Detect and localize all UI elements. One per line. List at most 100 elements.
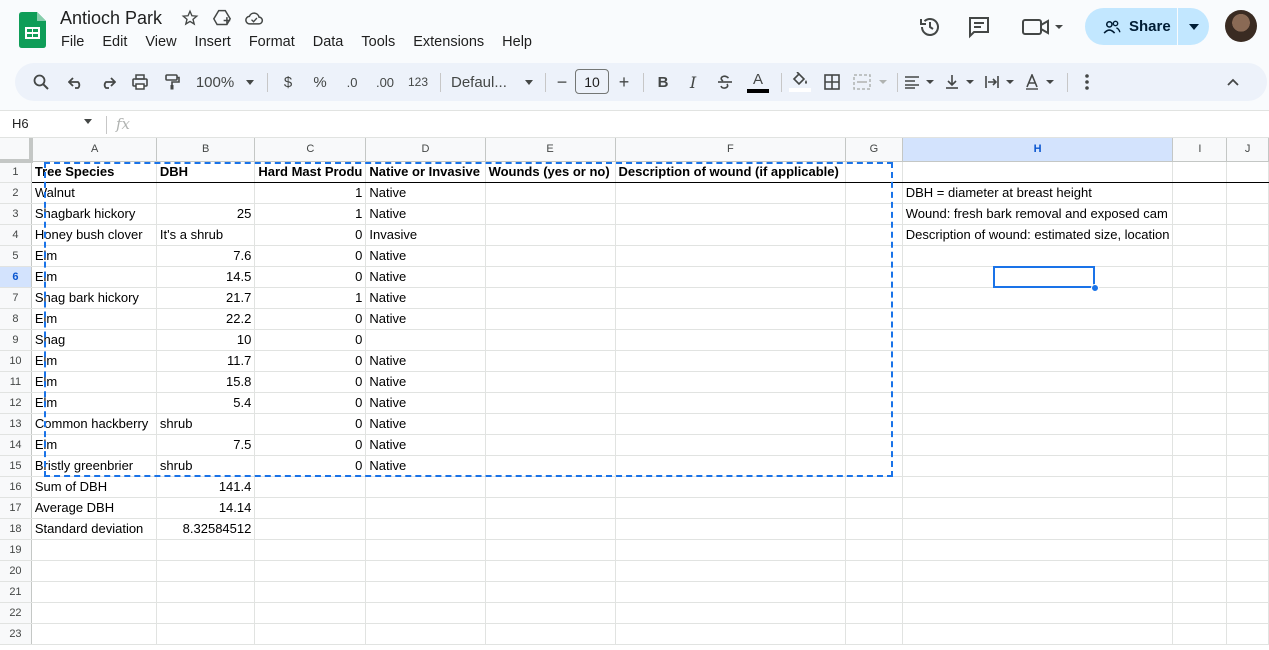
cell-h22[interactable] — [902, 602, 1174, 624]
cell-i1[interactable] — [1172, 161, 1228, 183]
cell-c8[interactable]: 0 — [254, 308, 367, 330]
cell-d23[interactable] — [365, 623, 486, 645]
cell-b15[interactable]: shrub — [156, 455, 256, 477]
cell-e13[interactable] — [485, 413, 616, 435]
sheets-logo-icon[interactable] — [19, 12, 46, 48]
cell-c9[interactable]: 0 — [254, 329, 367, 351]
cell-f5[interactable] — [615, 245, 847, 267]
column-header-i[interactable]: I — [1172, 138, 1228, 162]
column-header-e[interactable]: E — [485, 138, 616, 162]
cell-j16[interactable] — [1226, 476, 1269, 498]
cell-f15[interactable] — [615, 455, 847, 477]
cell-g14[interactable] — [845, 434, 903, 456]
cell-c21[interactable] — [254, 581, 367, 603]
cell-c12[interactable]: 0 — [254, 392, 367, 414]
cell-i18[interactable] — [1172, 518, 1228, 540]
column-header-c[interactable]: C — [254, 138, 367, 162]
cell-i5[interactable] — [1172, 245, 1228, 267]
cell-f1[interactable]: Description of wound (if applicable) — [615, 161, 847, 183]
cell-j9[interactable] — [1226, 329, 1269, 351]
cell-d11[interactable]: Native — [365, 371, 486, 393]
cell-j14[interactable] — [1226, 434, 1269, 456]
vertical-align-icon[interactable] — [943, 63, 979, 101]
cell-b20[interactable] — [156, 560, 256, 582]
cell-c2[interactable]: 1 — [254, 182, 367, 204]
cell-i7[interactable] — [1172, 287, 1228, 309]
row-header[interactable]: 11 — [0, 371, 32, 393]
cell-f12[interactable] — [615, 392, 847, 414]
cell-h18[interactable] — [902, 518, 1174, 540]
menu-extensions[interactable]: Extensions — [404, 32, 493, 52]
merge-cells-icon[interactable] — [851, 63, 889, 101]
cell-b22[interactable] — [156, 602, 256, 624]
cell-g6[interactable] — [845, 266, 903, 288]
cell-b14[interactable]: 7.5 — [156, 434, 256, 456]
menu-format[interactable]: Format — [240, 32, 304, 52]
cell-e17[interactable] — [485, 497, 616, 519]
zoom-select[interactable]: 100% — [193, 63, 257, 101]
cell-j15[interactable] — [1226, 455, 1269, 477]
cell-i22[interactable] — [1172, 602, 1228, 624]
cell-a7[interactable]: Shag bark hickory — [31, 287, 157, 309]
bold-button[interactable]: B — [651, 63, 675, 101]
cell-h17[interactable] — [902, 497, 1174, 519]
cell-i21[interactable] — [1172, 581, 1228, 603]
italic-button[interactable]: I — [681, 63, 705, 101]
cell-a12[interactable]: Elm — [31, 392, 157, 414]
cell-d7[interactable]: Native — [365, 287, 486, 309]
cell-b21[interactable] — [156, 581, 256, 603]
cell-g21[interactable] — [845, 581, 903, 603]
cell-c10[interactable]: 0 — [254, 350, 367, 372]
increase-font-size-button[interactable]: + — [615, 63, 633, 101]
cell-g16[interactable] — [845, 476, 903, 498]
menu-data[interactable]: Data — [304, 32, 353, 52]
column-header-g[interactable]: G — [845, 138, 903, 162]
cell-e7[interactable] — [485, 287, 616, 309]
row-header[interactable]: 14 — [0, 434, 32, 456]
horizontal-align-icon[interactable] — [903, 63, 939, 101]
cell-f7[interactable] — [615, 287, 847, 309]
cell-j19[interactable] — [1226, 539, 1269, 561]
cell-c23[interactable] — [254, 623, 367, 645]
row-header[interactable]: 23 — [0, 623, 32, 645]
cell-b5[interactable]: 7.6 — [156, 245, 256, 267]
chevron-down-icon[interactable] — [84, 119, 92, 124]
strikethrough-icon[interactable] — [713, 63, 737, 101]
share-button[interactable]: Share — [1085, 8, 1209, 45]
cell-g19[interactable] — [845, 539, 903, 561]
text-color-button[interactable]: A — [745, 63, 771, 101]
cell-c14[interactable]: 0 — [254, 434, 367, 456]
more-options-icon[interactable] — [1075, 63, 1099, 101]
cell-d14[interactable]: Native — [365, 434, 486, 456]
cell-a22[interactable] — [31, 602, 157, 624]
cell-i19[interactable] — [1172, 539, 1228, 561]
column-header-b[interactable]: B — [156, 138, 256, 162]
cell-j20[interactable] — [1226, 560, 1269, 582]
cell-e15[interactable] — [485, 455, 616, 477]
cell-a9[interactable]: Snag — [31, 329, 157, 351]
cell-h15[interactable] — [902, 455, 1174, 477]
cell-e19[interactable] — [485, 539, 616, 561]
cell-h19[interactable] — [902, 539, 1174, 561]
undo-icon[interactable] — [63, 63, 89, 101]
cell-j22[interactable] — [1226, 602, 1269, 624]
cell-d20[interactable] — [365, 560, 486, 582]
cell-h8[interactable] — [902, 308, 1174, 330]
cell-h13[interactable] — [902, 413, 1174, 435]
cell-c16[interactable] — [254, 476, 367, 498]
cell-b3[interactable]: 25 — [156, 203, 256, 225]
cell-j4[interactable] — [1226, 224, 1269, 246]
cell-a1[interactable]: Tree Species — [31, 161, 157, 183]
column-header-h[interactable]: H — [902, 138, 1174, 162]
cell-c17[interactable] — [254, 497, 367, 519]
cell-j11[interactable] — [1226, 371, 1269, 393]
cell-a10[interactable]: Elm — [31, 350, 157, 372]
cell-h12[interactable] — [902, 392, 1174, 414]
cell-b4[interactable]: It's a shrub — [156, 224, 256, 246]
cell-a2[interactable]: Walnut — [31, 182, 157, 204]
cell-f21[interactable] — [615, 581, 847, 603]
cell-b10[interactable]: 11.7 — [156, 350, 256, 372]
menu-file[interactable]: File — [52, 32, 93, 52]
cell-c7[interactable]: 1 — [254, 287, 367, 309]
row-header[interactable]: 15 — [0, 455, 32, 477]
